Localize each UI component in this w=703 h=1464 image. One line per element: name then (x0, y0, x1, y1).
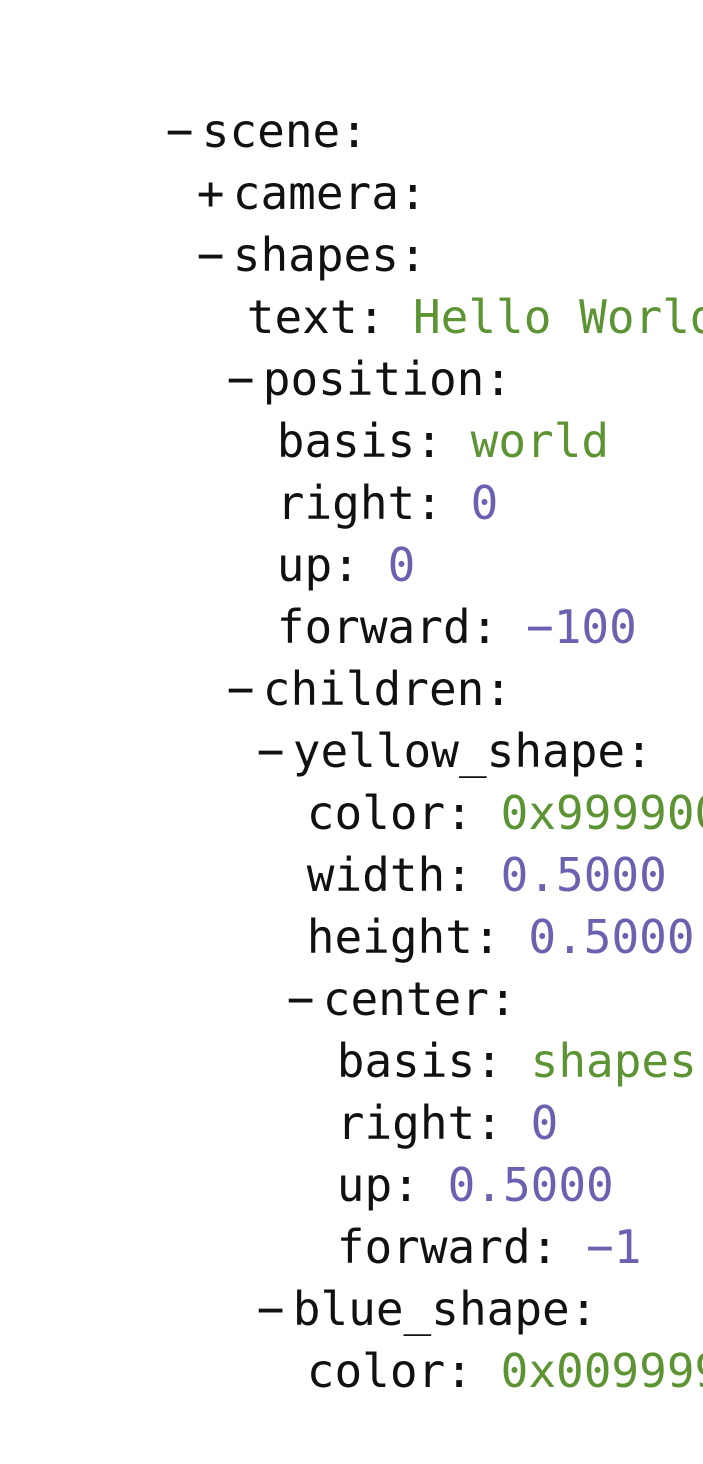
tree-node-center[interactable]: − center: (0, 906, 703, 1026)
property-blue-color[interactable]: color: 0x009999 (0, 1278, 703, 1398)
tree-node-position[interactable]: − position: (0, 286, 703, 406)
tree-node-camera[interactable]: + camera: (0, 100, 703, 220)
property-center-basis[interactable]: basis: shapes (0, 968, 703, 1088)
property-yellow-color[interactable]: color: 0x999900 (0, 720, 703, 840)
tree-node-yellow-shape[interactable]: − yellow_shape: (0, 658, 703, 778)
tree-node-scene[interactable]: − scene: (0, 38, 703, 158)
property-yellow-height[interactable]: height: 0.5000 (0, 844, 703, 964)
tree-node-blue-shape[interactable]: − blue_shape: (0, 1216, 703, 1336)
tree-node-children[interactable]: − children: (0, 596, 703, 716)
property-tree: − scene: + camera: − shapes: text: Hello Wo… (0, 38, 703, 1398)
tree-node-shapes[interactable]: − shapes: (0, 162, 703, 282)
property-value[interactable]: 0x009999 (501, 1344, 703, 1398)
property-center-up[interactable]: up: 0.5000 (0, 1092, 703, 1212)
property-position-basis[interactable]: basis: world (0, 348, 703, 468)
property-position-up[interactable]: up: 0 (0, 472, 703, 592)
property-center-right[interactable]: right: 0 (0, 1030, 703, 1150)
property-center-forward[interactable]: forward: −1 (0, 1154, 703, 1274)
property-yellow-width[interactable]: width: 0.5000 (0, 782, 703, 902)
property-position-right[interactable]: right: 0 (0, 410, 703, 530)
property-text[interactable]: text: Hello World (0, 224, 703, 344)
property-position-forward[interactable]: forward: −100 (0, 534, 703, 654)
property-key: color: (306, 1344, 473, 1398)
